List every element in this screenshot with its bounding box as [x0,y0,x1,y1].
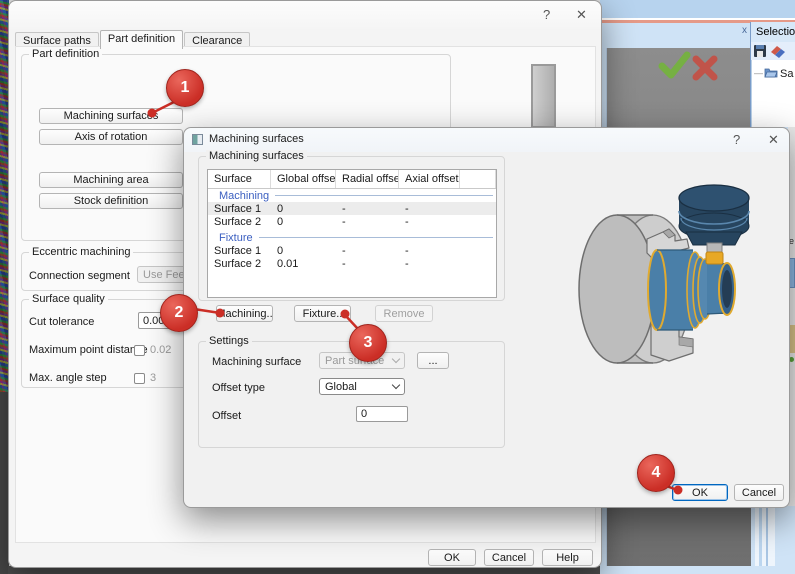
callout-step-2: 2 [160,294,198,332]
stock-definition-button[interactable]: Stock definition [39,193,183,209]
folder-open-icon [764,67,778,78]
table-group-fixture: Fixture [208,231,496,244]
offset-type-select[interactable]: Global [319,378,405,395]
settings-group-title: Settings [206,335,252,347]
surface-quality-group-title: Surface quality [29,293,108,305]
callout-step-3: 3 [349,324,387,362]
machining-group-label: Machining [219,190,269,202]
screen: x Selections — Sa e [0,0,795,574]
machining-surfaces-group: Machining surfaces Surface Global offset… [198,156,505,301]
machining-button[interactable]: Machining.. [216,305,273,322]
operation-help-button[interactable]: Help [542,549,593,566]
selections-toolbar [751,42,795,60]
max-point-distance-label: Maximum point distance [29,344,148,356]
stock-preview-graphic [531,64,556,128]
callout-step-1: 1 [166,69,204,107]
max-point-distance-value: 0.02 [150,344,171,356]
machining-surfaces-dialog-title: Machining surfaces [209,133,304,145]
table-row[interactable]: Surface 10-- [208,202,496,215]
tree-expand-dash: — [754,68,763,78]
offset-label: Offset [212,410,241,422]
connection-segment-label: Connection segment [29,270,130,282]
selections-header: Selections [751,22,795,42]
tree-item-label[interactable]: Sa [780,68,793,80]
max-point-distance-checkbox[interactable] [134,345,145,356]
axis-of-rotation-button[interactable]: Axis of rotation [39,129,183,145]
operation-dialog-titlebar[interactable]: ? ✕ [9,1,601,29]
max-angle-step-value: 3 [150,372,156,384]
offset-type-value: Global [325,381,357,393]
machining-area-button[interactable]: Machining area [39,172,183,188]
eccentric-machining-group-title: Eccentric machining [29,246,133,258]
cancel-x-icon[interactable] [696,59,714,77]
surfaces-table[interactable]: Surface Global offset Radial offset Axia… [207,169,497,298]
machining-surface-label: Machining surface [212,356,301,368]
tab-bar: Surface pathsPart definitionClearance [15,30,251,47]
cut-tolerance-label: Cut tolerance [29,316,94,328]
col-radial-offset[interactable]: Radial offset [336,170,399,188]
col-surface[interactable]: Surface [208,170,271,188]
chevron-down-icon [392,355,400,363]
callout-step-4: 4 [637,454,675,492]
machining-surfaces-group-title: Machining surfaces [206,150,307,162]
surfaces-table-header: Surface Global offset Radial offset Axia… [208,170,496,189]
dialog-help-icon[interactable]: ? [733,133,740,146]
eraser-icon[interactable] [771,46,785,58]
table-row[interactable]: Surface 20.01-- [208,257,496,270]
offset-value: 0 [361,408,367,420]
dialog-app-icon [192,134,203,145]
machining-surfaces-cancel-button[interactable]: Cancel [734,484,784,501]
machining-surfaces-dialog: Machining surfaces ? ✕ Machining surface… [183,127,790,508]
col-axial-offset[interactable]: Axial offset [399,170,460,188]
fixture-group-label: Fixture [219,232,253,244]
offset-type-label: Offset type [212,382,265,394]
remove-button[interactable]: Remove [375,305,433,322]
machining-surfaces-button[interactable]: Machining surfaces [39,108,183,124]
max-angle-step-label: Max. angle step [29,372,107,384]
table-row[interactable]: Surface 20-- [208,215,496,228]
offset-input[interactable]: 0 [356,406,408,422]
browse-surfaces-button[interactable]: ... [417,352,449,369]
table-row[interactable]: Surface 10-- [208,244,496,257]
save-icon[interactable] [754,45,766,57]
col-global-offset[interactable]: Global offset [271,170,336,188]
col-extra [460,170,496,188]
max-angle-step-checkbox[interactable] [134,373,145,384]
tab-part-definition[interactable]: Part definition [100,30,183,49]
operation-cancel-button[interactable]: Cancel [484,549,534,566]
help-icon[interactable]: ? [543,8,550,21]
table-group-machining: Machining [208,189,496,202]
close-icon[interactable]: ✕ [576,8,587,21]
window-top-band [600,0,795,18]
part-3d-preview [501,146,789,476]
selections-tree[interactable]: — Sa [751,60,795,127]
part-definition-group-title: Part definition [29,48,102,60]
operation-ok-button[interactable]: OK [428,549,476,566]
machining-surfaces-ok-button[interactable]: OK [672,484,728,501]
chevron-down-icon [392,381,400,389]
selections-title: Selections [756,26,795,38]
confirm-check-icon[interactable] [662,55,687,75]
fixture-button[interactable]: Fixture.. [294,305,351,322]
viewport-confirm-icons [648,48,724,86]
dialog-close-icon[interactable]: ✕ [768,133,779,146]
panel-close-icon[interactable]: x [742,26,750,36]
